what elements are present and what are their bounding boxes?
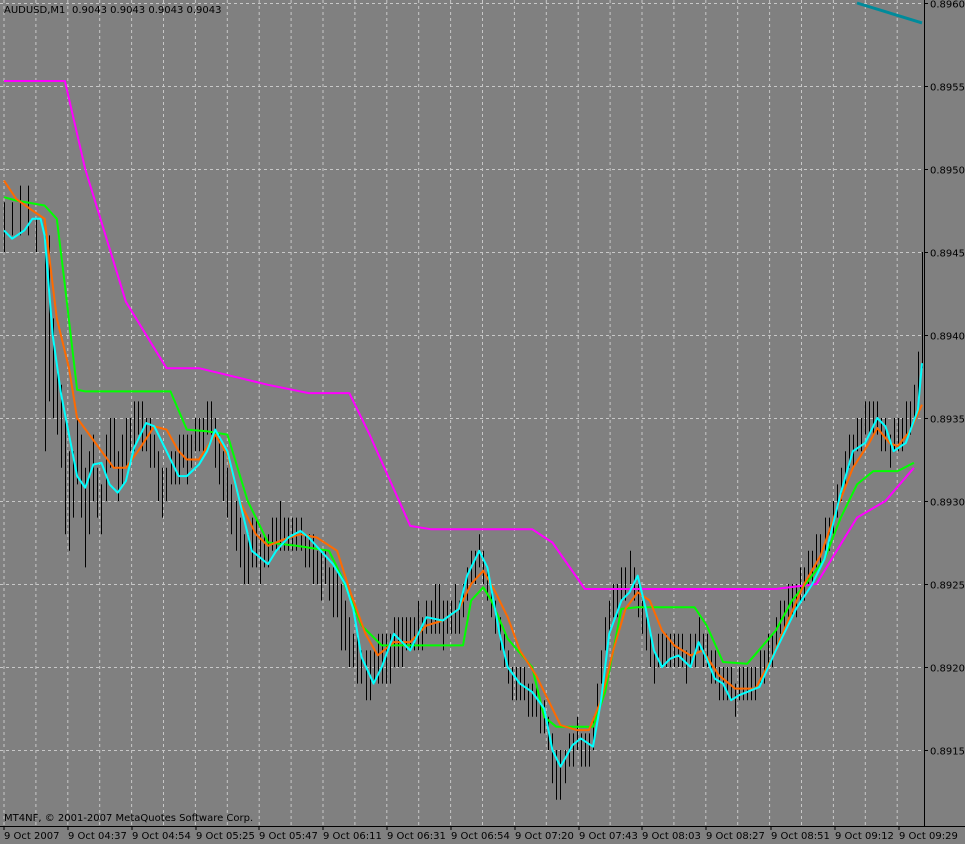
time-tick-label: 9 Oct 04:54	[132, 831, 191, 842]
time-tick-label: 9 Oct 07:43	[579, 831, 638, 842]
time-tick-label: 9 Oct 08:51	[771, 831, 830, 842]
time-tick-label: 9 Oct 08:03	[642, 831, 701, 842]
copyright-label: MT4NF, © 2001-2007 MetaQuotes Software C…	[4, 813, 253, 824]
time-tick-label: 9 Oct 09:12	[835, 831, 894, 842]
time-tick-label: 9 Oct 08:27	[706, 831, 765, 842]
price-tick-label: 0.8925	[930, 581, 965, 592]
time-tick-label: 9 Oct 06:54	[451, 831, 510, 842]
time-tick-label: 9 Oct 06:11	[323, 831, 382, 842]
price-tick-label: 0.8915	[930, 747, 965, 758]
time-tick-label: 9 Oct 05:47	[259, 831, 318, 842]
time-tick-label: 9 Oct 05:25	[196, 831, 255, 842]
price-tick-label: 0.8920	[930, 664, 965, 675]
price-tick-label: 0.8950	[930, 166, 965, 177]
price-chart[interactable]: 0.8960 0.8955 0.8950 0.8945 0.8940 0.8935 0.89…	[0, 0, 965, 844]
price-tick-label: 0.8940	[930, 332, 965, 343]
price-tick-label: 0.8955	[930, 83, 965, 94]
time-tick-label: 9 Oct 07:20	[515, 831, 574, 842]
time-tick-label: 9 Oct 04:37	[68, 831, 127, 842]
symbol-label: AUDUSD,M1	[4, 5, 65, 16]
time-tick-label: 9 Oct 2007	[4, 831, 59, 842]
chart-window: 0.8960 0.8955 0.8950 0.8945 0.8940 0.8935 0.89…	[0, 0, 965, 844]
time-tick-label: 9 Oct 09:29	[899, 831, 958, 842]
time-tick-label: 9 Oct 06:31	[387, 831, 446, 842]
price-tick-label: 0.8945	[930, 249, 965, 260]
price-tick-label: 0.8960	[930, 0, 965, 11]
quote-label: 0.9043 0.9043 0.9043 0.9043	[72, 5, 222, 16]
price-tick-label: 0.8935	[930, 415, 965, 426]
price-tick-label: 0.8930	[930, 498, 965, 509]
